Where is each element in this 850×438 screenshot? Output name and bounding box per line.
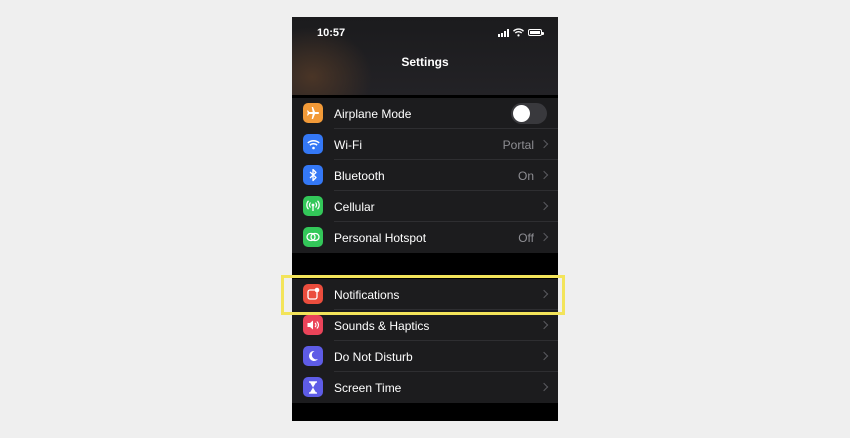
- wifi-icon: [303, 134, 323, 154]
- hotspot-icon: [303, 227, 323, 247]
- status-icons: [498, 28, 544, 37]
- hourglass-icon: [303, 377, 323, 397]
- row-label: Sounds & Haptics: [334, 319, 430, 333]
- cellular-icon: [303, 196, 323, 216]
- speaker-icon: [303, 315, 323, 335]
- row-label: Do Not Disturb: [334, 350, 413, 364]
- row-value: Off: [518, 231, 534, 245]
- chevron-right-icon: [539, 382, 549, 392]
- navigation-header: 10:57 Settings: [292, 17, 558, 95]
- settings-row-airplane-mode[interactable]: Airplane Mode: [292, 98, 558, 129]
- row-value: On: [517, 169, 534, 183]
- status-time: 10:57: [317, 27, 346, 39]
- settings-row-do-not-disturb[interactable]: Do Not Disturb: [292, 341, 558, 372]
- settings-row-cellular[interactable]: Cellular: [292, 191, 558, 222]
- system-group: Notifications Sounds & Haptics Do Not Di…: [292, 279, 558, 403]
- page-title: Settings: [401, 55, 449, 69]
- settings-row-sounds-haptics[interactable]: Sounds & Haptics: [292, 310, 558, 341]
- row-label: Bluetooth: [334, 169, 385, 183]
- chevron-right-icon: [539, 289, 549, 299]
- airplane-mode-toggle[interactable]: [511, 103, 547, 124]
- row-label: Notifications: [334, 288, 400, 302]
- cellular-signal-icon: [498, 28, 509, 37]
- chevron-right-icon: [539, 320, 549, 330]
- row-label: Cellular: [334, 200, 375, 214]
- airplane-icon: [303, 103, 323, 123]
- connectivity-group: Airplane Mode Wi-Fi Portal Bluetooth On: [292, 98, 558, 253]
- settings-row-personal-hotspot[interactable]: Personal Hotspot Off: [292, 222, 558, 253]
- settings-row-notifications[interactable]: Notifications: [292, 279, 558, 310]
- notifications-icon: [303, 284, 323, 304]
- row-label: Personal Hotspot: [334, 231, 427, 245]
- chevron-right-icon: [539, 201, 549, 211]
- row-value: Portal: [502, 138, 534, 152]
- row-label: Wi-Fi: [334, 138, 362, 152]
- chevron-right-icon: [539, 139, 549, 149]
- phone-screen: 10:57 Settings Airplane Mode Wi-Fi Porta…: [292, 17, 558, 421]
- bluetooth-icon: [303, 165, 323, 185]
- chevron-right-icon: [539, 351, 549, 361]
- chevron-right-icon: [539, 170, 549, 180]
- row-label: Airplane Mode: [334, 107, 412, 121]
- chevron-right-icon: [539, 232, 549, 242]
- battery-icon: [528, 29, 544, 36]
- settings-row-wifi[interactable]: Wi-Fi Portal: [292, 129, 558, 160]
- settings-row-bluetooth[interactable]: Bluetooth On: [292, 160, 558, 191]
- settings-row-screen-time[interactable]: Screen Time: [292, 372, 558, 403]
- moon-icon: [303, 346, 323, 366]
- wifi-status-icon: [513, 28, 524, 37]
- row-label: Screen Time: [334, 381, 402, 395]
